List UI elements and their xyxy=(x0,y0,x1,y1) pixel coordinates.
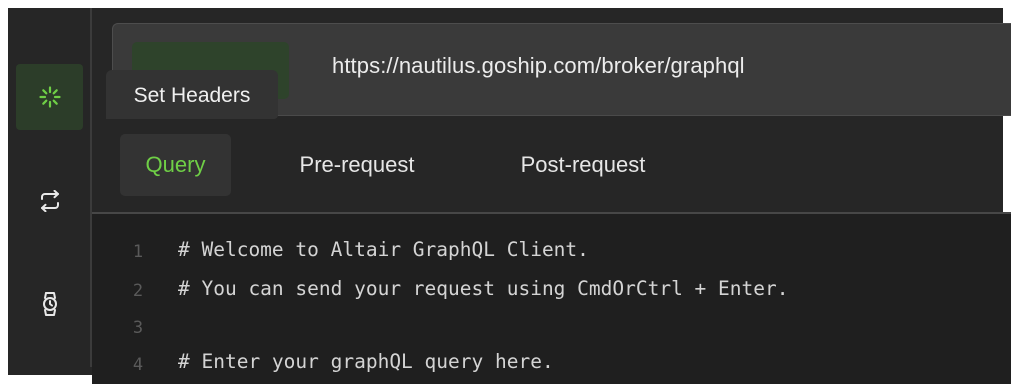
loading-spinner-icon xyxy=(38,86,61,108)
sidebar-item-loading[interactable] xyxy=(16,64,83,130)
line-number: 4 xyxy=(132,355,144,375)
sidebar-item-watch[interactable] xyxy=(16,271,83,337)
tab-post-request[interactable]: Post-request xyxy=(484,134,682,196)
tab-query[interactable]: Query xyxy=(120,134,231,196)
watch-icon xyxy=(40,291,60,317)
code-line[interactable]: # You can send your request using CmdOrC… xyxy=(178,277,788,300)
sidebar-item-swap[interactable] xyxy=(16,168,83,234)
swap-arrows-icon xyxy=(38,190,62,212)
url-input[interactable]: https://nautilus.goship.com/broker/graph… xyxy=(332,53,745,79)
line-number: 1 xyxy=(132,242,144,262)
line-number: 2 xyxy=(132,281,144,301)
code-line[interactable]: # Enter your graphQL query here. xyxy=(178,350,554,373)
code-line[interactable]: # Welcome to Altair GraphQL Client. xyxy=(178,238,589,261)
tab-pre-request[interactable]: Pre-request xyxy=(266,134,448,196)
set-headers-tooltip: Set Headers xyxy=(106,70,278,119)
line-number: 3 xyxy=(132,318,144,338)
